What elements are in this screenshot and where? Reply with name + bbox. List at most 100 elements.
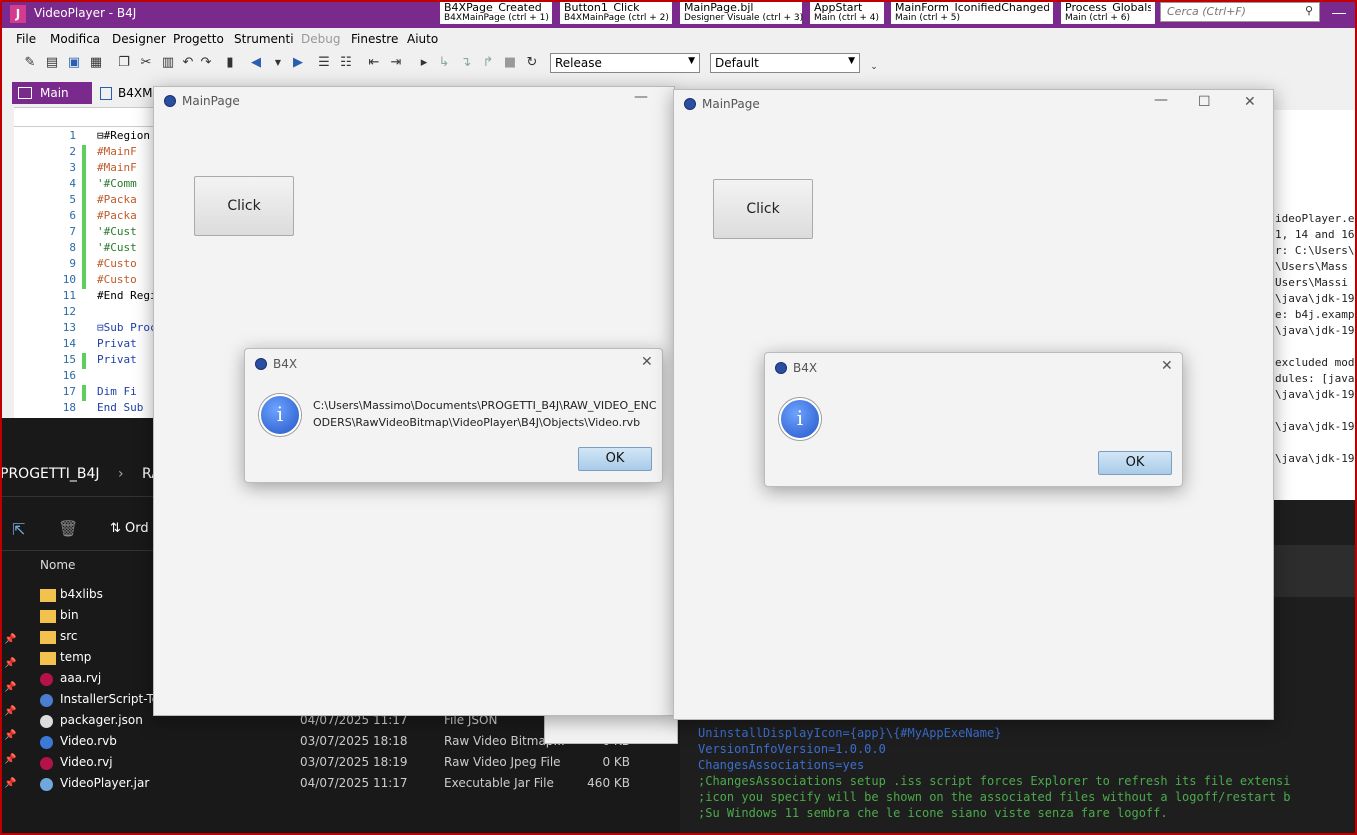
quick-tab-1[interactable]: B4XPage_Created B4XMainPage (ctrl + 1) [440, 2, 552, 24]
line-number: 7 [69, 225, 76, 238]
comment-icon[interactable]: ☷ [338, 55, 354, 71]
menu-designer[interactable]: Designer [112, 32, 166, 46]
step-out-icon[interactable]: ↱ [480, 55, 496, 71]
indent-icon[interactable]: ☰ [316, 55, 332, 71]
step-over-icon[interactable]: ↳ [436, 55, 452, 71]
save-all-icon[interactable]: ▦ [88, 55, 104, 71]
app-icon [684, 98, 696, 110]
script-line[interactable]: ChangesAssociations=yes [698, 758, 864, 772]
code-line[interactable]: #MainF [97, 161, 137, 174]
redo-icon[interactable]: ↷ [198, 55, 214, 71]
chevron-down-icon: ▼ [688, 56, 695, 66]
code-line[interactable]: #Packa [97, 209, 137, 222]
cut-icon[interactable]: ✂ [138, 55, 154, 71]
open-folder-icon[interactable]: ▤ [44, 55, 60, 71]
file-name[interactable]: temp [60, 650, 91, 664]
change-marker [82, 193, 86, 209]
script-line[interactable]: UninstallDisplayIcon={app}\{#MyAppExeNam… [698, 726, 1001, 740]
file-type: Executable Jar File [444, 776, 554, 790]
file-name[interactable]: Video.rvb [60, 734, 117, 748]
forward-icon[interactable]: ▶ [290, 55, 306, 71]
script-line[interactable]: ;ChangesAssociations setup .iss script f… [698, 774, 1290, 788]
close-icon[interactable]: ✕ [641, 354, 653, 370]
block-icon[interactable]: ⇥ [388, 55, 404, 71]
click-button[interactable]: Click [194, 176, 294, 236]
quick-tab-3[interactable]: MainPage.bjl Designer Visuale (ctrl + 3) [680, 2, 803, 24]
code-line[interactable]: #MainF [97, 145, 137, 158]
quick-tab-2[interactable]: Button1_Click B4XMainPage (ctrl + 2) [560, 2, 672, 24]
line-number: 6 [69, 209, 76, 222]
search-input[interactable]: Cerca (Ctrl+F) ⚲ [1160, 2, 1320, 22]
minimize-icon[interactable]: — [634, 89, 648, 105]
file-name[interactable]: InstallerScript-Ter [60, 692, 164, 706]
module-dropdown[interactable] [14, 108, 159, 127]
code-line[interactable]: Privat [97, 337, 137, 350]
file-name[interactable]: b4xlibs [60, 587, 103, 601]
copy-icon[interactable]: ❐ [116, 55, 132, 71]
code-line[interactable]: '#Cust [97, 225, 137, 238]
menu-aiuto[interactable]: Aiuto [407, 32, 438, 46]
menu-finestre[interactable]: Finestre [351, 32, 398, 46]
step-in-icon[interactable]: ↴ [458, 55, 474, 71]
overflow-icon[interactable]: ⌄ [866, 59, 882, 75]
ok-button[interactable]: OK [578, 447, 652, 471]
file-name[interactable]: VideoPlayer.jar [60, 776, 149, 790]
column-name-header[interactable]: Nome [40, 558, 75, 572]
new-file-icon[interactable]: ✎ [22, 55, 38, 71]
code-line[interactable]: '#Cust [97, 241, 137, 254]
menu-strumenti[interactable]: Strumenti [234, 32, 294, 46]
build-config-select[interactable]: Release ▼ [550, 53, 700, 73]
restart-icon[interactable]: ↻ [524, 55, 540, 71]
minimize-icon[interactable]: — [1154, 92, 1168, 108]
app-icon [164, 95, 176, 107]
code-line[interactable]: #Custo [97, 273, 137, 286]
bookmark-icon[interactable]: ▮ [222, 55, 238, 71]
code-line[interactable]: Dim Fi [97, 385, 137, 398]
outdent-icon[interactable]: ⇤ [366, 55, 382, 71]
script-line[interactable]: ;Su Windows 11 sembra che le icone siano… [698, 806, 1168, 820]
code-line[interactable]: #End Regi [97, 289, 157, 302]
close-icon[interactable]: ✕ [1244, 94, 1256, 110]
menu-file[interactable]: File [16, 32, 36, 46]
code-line[interactable]: End Sub [97, 401, 143, 414]
sort-button[interactable]: ⇅ Ord [110, 521, 149, 536]
stop-icon[interactable]: ■ [502, 55, 518, 71]
save-icon[interactable]: ▣ [66, 55, 82, 71]
file-name[interactable]: bin [60, 608, 79, 622]
close-icon[interactable]: ✕ [1161, 358, 1173, 374]
build-profile-select[interactable]: Default ▼ [710, 53, 860, 73]
code-line[interactable]: #Packa [97, 193, 137, 206]
undo-icon[interactable]: ↶ [180, 55, 196, 71]
menu-debug[interactable]: Debug [301, 32, 340, 46]
code-line[interactable]: #Custo [97, 257, 137, 270]
sort-icon: ⇅ [110, 521, 126, 536]
log-line: \java\jdk-19 [1275, 388, 1355, 401]
menu-modifica[interactable]: Modifica [50, 32, 100, 46]
menu-progetto[interactable]: Progetto [173, 32, 224, 46]
code-line[interactable]: '#Comm [97, 177, 137, 190]
tab-b4xmainpage[interactable]: B4XMa [96, 82, 160, 104]
script-line[interactable]: ;icon you specify will be shown on the a… [698, 790, 1290, 804]
script-line[interactable]: VersionInfoVersion=1.0.0.0 [698, 742, 886, 756]
file-name[interactable]: aaa.rvj [60, 671, 101, 685]
ok-button[interactable]: OK [1098, 451, 1172, 475]
tab-main[interactable]: Main ✕ [12, 82, 92, 122]
code-line[interactable]: Privat [97, 353, 137, 366]
quick-tab-4[interactable]: AppStart Main (ctrl + 4) [810, 2, 884, 24]
window-control-icon[interactable] [1332, 6, 1346, 20]
click-button[interactable]: Click [713, 179, 813, 239]
file-name[interactable]: src [60, 629, 78, 643]
back-icon[interactable]: ◀ [248, 55, 264, 71]
breadcrumb-item[interactable]: PROGETTI_B4J [0, 466, 100, 482]
file-name[interactable]: Video.rvj [60, 755, 113, 769]
share-icon[interactable]: ⇱ [12, 520, 25, 539]
delete-icon[interactable]: 🗑 [58, 519, 78, 538]
b4j-logo-icon: J [10, 5, 26, 23]
maximize-icon[interactable]: ☐ [1198, 94, 1211, 110]
run-icon[interactable]: ▸ [416, 55, 432, 71]
file-name[interactable]: packager.json [60, 713, 143, 727]
paste-icon[interactable]: ▥ [160, 55, 176, 71]
back-dropdown-icon[interactable]: ▼ [270, 55, 286, 71]
quick-tab-5[interactable]: MainForm_IconifiedChanged Main (ctrl + 5) [891, 2, 1053, 24]
quick-tab-6[interactable]: Process_Globals Main (ctrl + 6) [1061, 2, 1155, 24]
